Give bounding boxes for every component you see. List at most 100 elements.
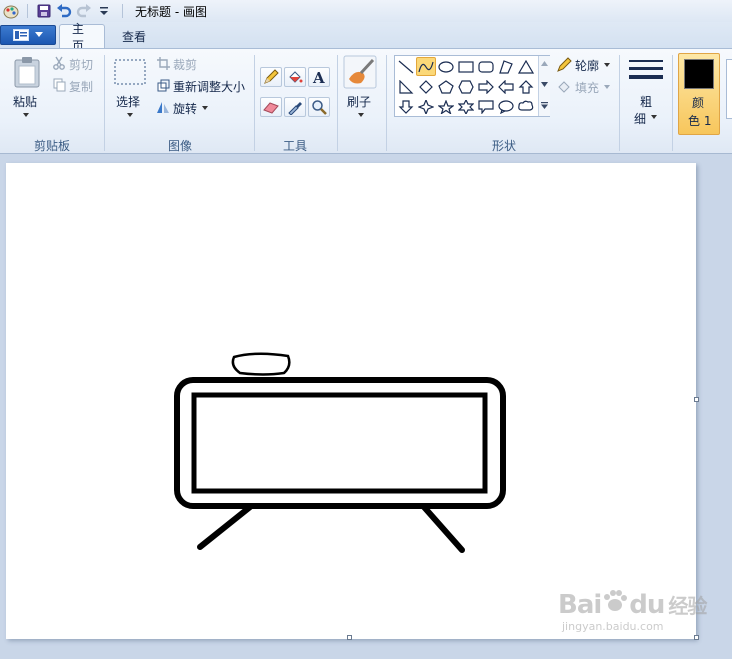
tv-right-leg (421, 504, 465, 553)
tab-home[interactable]: 主页 (59, 22, 105, 53)
image-group-label: 图像 (167, 139, 192, 153)
watermark-brand-suffix: du (629, 590, 665, 620)
outline-dropdown-icon[interactable] (604, 63, 610, 67)
down-arrow-shape-icon[interactable] (396, 97, 416, 116)
resize-button[interactable]: 重新调整大小 (173, 78, 245, 95)
copy-button[interactable]: 复制 (69, 78, 93, 95)
brushes-dropdown-icon[interactable] (358, 113, 364, 117)
rounded-rectangle-shape-icon[interactable] (476, 57, 496, 76)
tv-drawing (174, 352, 506, 553)
fill-bucket-icon[interactable] (284, 67, 306, 87)
tab-view[interactable]: 查看 (110, 24, 158, 48)
title-separator (122, 4, 123, 18)
brushes-button[interactable] (343, 55, 377, 89)
watermark-url: jingyan.baidu.com (562, 620, 664, 633)
fill-button[interactable]: 填充 (575, 79, 599, 96)
rotate-dropdown-icon[interactable] (202, 106, 208, 110)
baidu-watermark: Bai du 经验 jingyan.baidu.com (558, 589, 718, 649)
color2-button[interactable] (726, 59, 732, 119)
tab-view-label: 查看 (122, 29, 147, 44)
pencil-icon[interactable] (260, 67, 282, 87)
line-shape-icon[interactable] (396, 57, 416, 76)
select-button[interactable] (114, 59, 146, 85)
select-label: 选择 (116, 95, 141, 109)
four-point-star-shape-icon[interactable] (416, 97, 436, 116)
shapes-gallery-scrollbar[interactable] (538, 56, 550, 116)
tv-outer-frame (174, 377, 506, 509)
resize-icon (156, 78, 170, 92)
diamond-shape-icon[interactable] (416, 77, 436, 96)
watermark-brand: Bai (558, 590, 602, 620)
color-picker-icon[interactable] (284, 97, 306, 117)
color1-swatch (684, 59, 714, 89)
cut-button[interactable]: 剪切 (69, 56, 93, 73)
color1-button[interactable]: 颜 色 1 (678, 53, 720, 135)
crop-icon (156, 56, 170, 70)
crop-button[interactable]: 裁剪 (173, 56, 197, 73)
rect-callout-shape-icon[interactable] (476, 97, 496, 116)
eraser-icon[interactable] (260, 97, 282, 117)
selection-rect-icon (114, 59, 146, 85)
line-size-button[interactable] (628, 57, 664, 87)
clipboard-group-label: 剪贴板 (33, 139, 70, 153)
six-point-star-shape-icon[interactable] (456, 97, 476, 116)
outline-button[interactable]: 轮廓 (575, 57, 599, 74)
pentagon-shape-icon[interactable] (436, 77, 456, 96)
rectangle-shape-icon[interactable] (456, 57, 476, 76)
save-icon[interactable] (34, 2, 54, 20)
shapes-group-label: 形状 (491, 139, 516, 153)
magnifier-icon[interactable] (308, 97, 330, 117)
fill-dropdown-icon[interactable] (604, 85, 610, 89)
up-arrow-shape-icon[interactable] (516, 77, 536, 96)
tv-top-ornament (231, 352, 291, 376)
undo-icon[interactable] (54, 2, 74, 20)
hexagon-shape-icon[interactable] (456, 77, 476, 96)
text-icon[interactable]: A (308, 67, 330, 87)
redo-icon[interactable] (74, 2, 94, 20)
paste-label: 粘贴 (13, 95, 38, 109)
scroll-down-icon[interactable] (541, 82, 548, 87)
drawing-canvas[interactable] (6, 163, 696, 639)
tv-left-leg (197, 504, 253, 550)
customize-dropdown-icon[interactable] (94, 2, 114, 20)
left-arrow-shape-icon[interactable] (496, 77, 516, 96)
oval-callout-shape-icon[interactable] (496, 97, 516, 116)
group-separator (619, 55, 620, 151)
svg-text:A: A (312, 69, 325, 85)
rotate-icon (156, 100, 170, 114)
right-arrow-shape-icon[interactable] (476, 77, 496, 96)
rotate-button[interactable]: 旋转 (173, 100, 197, 117)
paste-dropdown-icon[interactable] (23, 113, 29, 117)
title-separator (27, 4, 28, 18)
title-bar: 无标题 - 画图 (0, 0, 732, 22)
group-separator (104, 55, 105, 151)
tools-group-label: 工具 (282, 139, 307, 153)
resize-handle-right[interactable] (694, 397, 699, 402)
color1-label-line2: 色 1 (688, 114, 712, 128)
resize-handle-bottom[interactable] (347, 635, 352, 640)
right-triangle-shape-icon[interactable] (396, 77, 416, 96)
paw-icon (604, 590, 628, 611)
paint-app-icon[interactable] (3, 3, 19, 19)
brushes-label: 刷子 (347, 95, 372, 109)
group-separator (337, 55, 338, 151)
curve-shape-icon[interactable] (416, 57, 436, 76)
paint-menu-button[interactable] (0, 25, 56, 45)
group-separator (672, 55, 673, 151)
gallery-expand-icon[interactable] (541, 102, 548, 109)
line-width-icon (629, 60, 663, 79)
paste-button[interactable] (12, 55, 42, 89)
five-point-star-shape-icon[interactable] (436, 97, 456, 116)
group-separator (386, 55, 387, 151)
scroll-up-icon[interactable] (541, 61, 548, 66)
size-label-line1: 粗 (640, 95, 653, 109)
oval-shape-icon[interactable] (436, 57, 456, 76)
clipboard-icon (14, 57, 40, 88)
select-dropdown-icon[interactable] (127, 113, 133, 117)
size-dropdown-icon[interactable] (651, 115, 657, 119)
watermark-product: 经验 (668, 594, 707, 618)
polygon-shape-icon[interactable] (496, 57, 516, 76)
cloud-callout-shape-icon[interactable] (516, 97, 536, 116)
color1-label-line1: 颜 (692, 96, 705, 110)
triangle-shape-icon[interactable] (516, 57, 536, 76)
